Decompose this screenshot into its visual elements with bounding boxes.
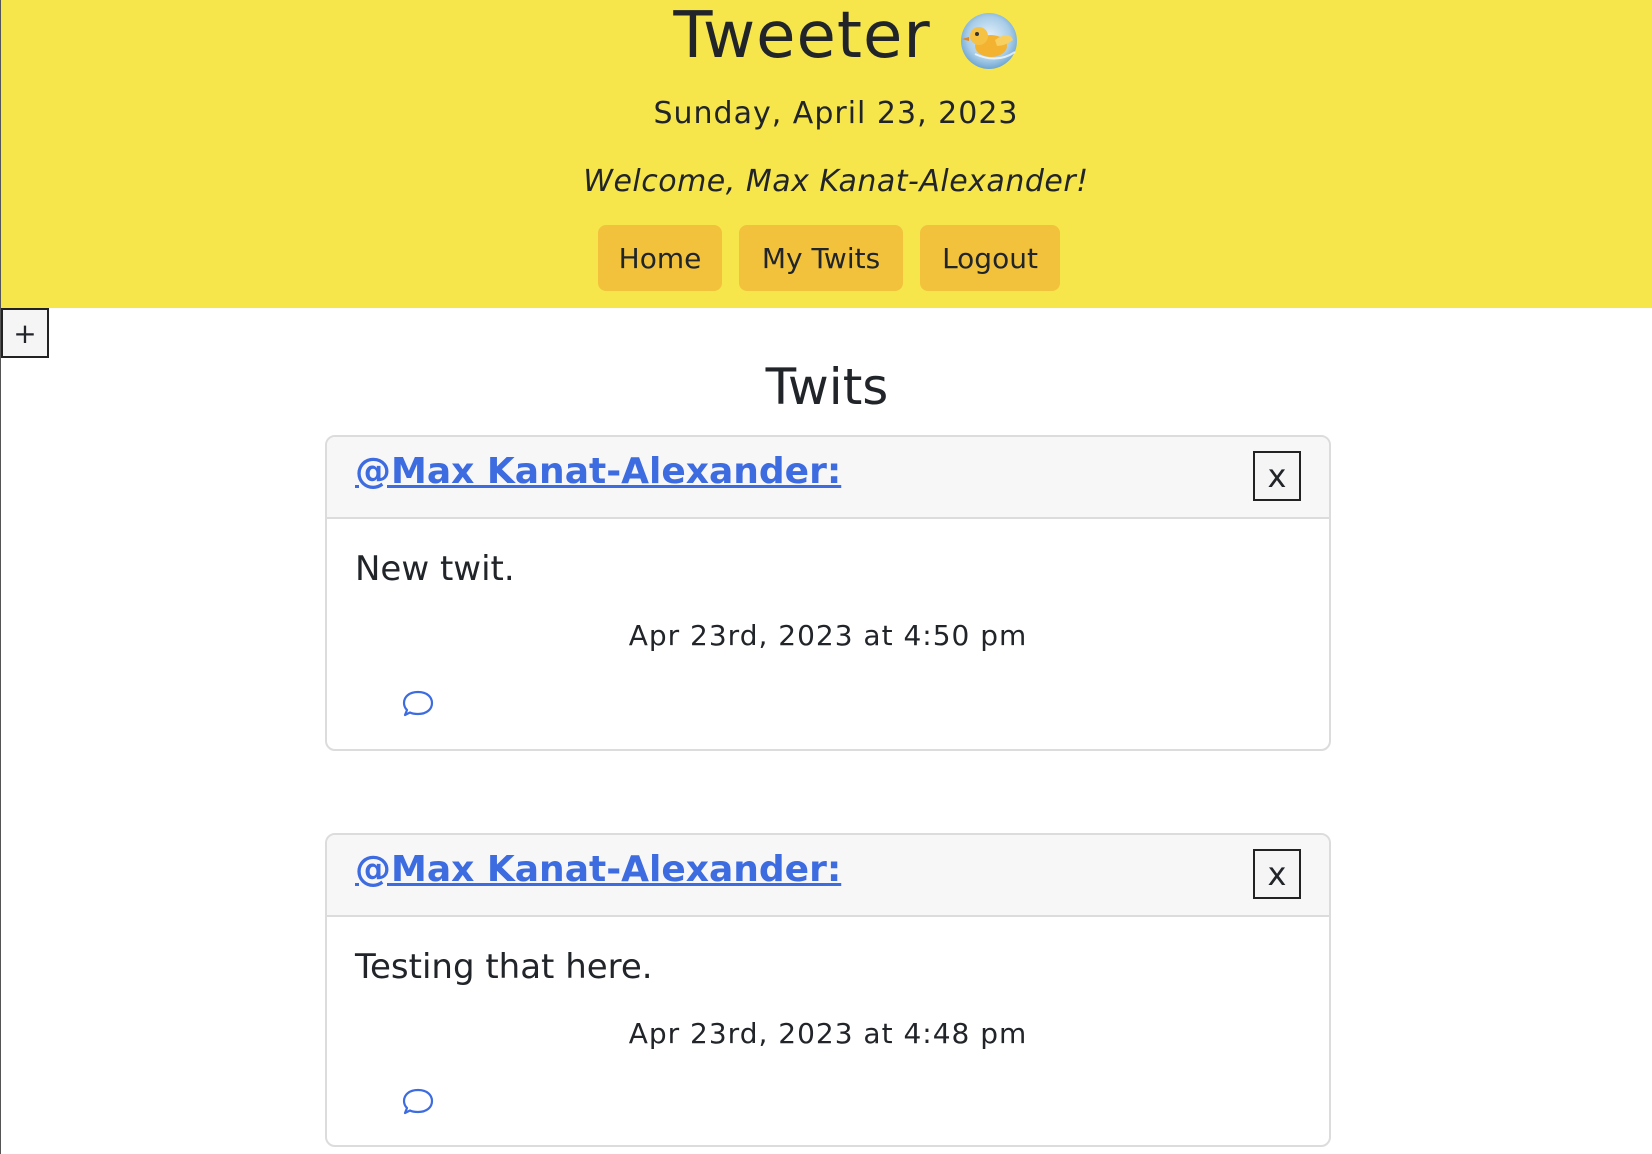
twit-card-header: @Max Kanat-Alexander: x <box>327 835 1329 917</box>
twit-timestamp: Apr 23rd, 2023 at 4:50 pm <box>628 619 1028 652</box>
delete-twit-button[interactable]: x <box>1253 451 1301 501</box>
page: Tweeter Sunday, April 23, 2023 Welcome, … <box>0 0 1652 1154</box>
twit-card: @Max Kanat-Alexander: x Testing that her… <box>325 833 1331 1147</box>
twit-author-link[interactable]: @Max Kanat-Alexander: <box>355 849 841 890</box>
twit-card: @Max Kanat-Alexander: x New twit. Apr 23… <box>325 435 1331 751</box>
delete-twit-button[interactable]: x <box>1253 849 1301 899</box>
comment-bubble-icon[interactable] <box>401 687 435 721</box>
twit-card-header: @Max Kanat-Alexander: x <box>327 437 1329 519</box>
twit-author-link[interactable]: @Max Kanat-Alexander: <box>355 451 841 492</box>
current-date: Sunday, April 23, 2023 <box>653 96 1019 131</box>
twit-card-body: Testing that here. Apr 23rd, 2023 at 4:4… <box>327 917 1329 1145</box>
section-title: Twits <box>765 358 889 416</box>
title-row: Tweeter <box>1 0 1652 76</box>
comment-bubble-icon[interactable] <box>401 1085 435 1119</box>
twit-text: New twit. <box>355 549 515 589</box>
twit-card-body: New twit. Apr 23rd, 2023 at 4:50 pm <box>327 519 1329 749</box>
welcome-message: Welcome, Max Kanat-Alexander! <box>583 164 1089 199</box>
site-header: Tweeter Sunday, April 23, 2023 Welcome, … <box>1 0 1652 308</box>
twit-text: Testing that here. <box>355 947 653 987</box>
home-button[interactable]: Home <box>598 225 722 291</box>
bird-logo-icon <box>960 13 1017 69</box>
add-twit-button[interactable]: + <box>1 308 49 358</box>
site-title: Tweeter <box>673 0 931 73</box>
twit-timestamp: Apr 23rd, 2023 at 4:48 pm <box>628 1017 1028 1050</box>
my-twits-button[interactable]: My Twits <box>739 225 903 291</box>
logout-button[interactable]: Logout <box>920 225 1060 291</box>
main-nav: Home My Twits Logout <box>598 225 1060 291</box>
